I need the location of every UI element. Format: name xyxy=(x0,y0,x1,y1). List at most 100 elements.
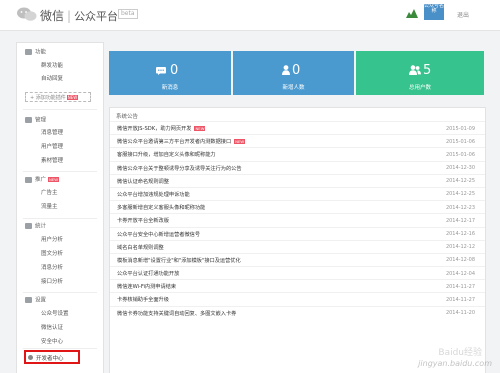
brand-title[interactable]: 微信 | 公众平台 xyxy=(40,7,118,24)
announcement-panel: 系统公告 微信开放JS-SDK，助力网页开发 NEW 2015-01-09 微信公众平… xyxy=(109,107,486,373)
announcement-row[interactable]: 公众平台安全中心新增运营者微信号 2014-12-16 xyxy=(110,226,485,240)
announcement-date: 2014-12-12 xyxy=(445,244,475,251)
new-users-count: 0 xyxy=(292,63,301,78)
sidebar-item-message-analysis[interactable]: 消息分析 xyxy=(41,265,63,272)
sidebar-item-account-settings[interactable]: 公众号设置 xyxy=(41,311,69,318)
announcement-date: 2014-11-27 xyxy=(445,283,475,290)
sidebar-group-promotion: 推广 NEW xyxy=(25,176,60,184)
promotion-icon xyxy=(25,176,32,183)
statistics-icon xyxy=(25,223,32,229)
sidebar: 功能 群发功能 自动回复 + 添加功能插件 NEW 管理 消息管理 用户管理 素材… xyxy=(16,42,104,373)
announcement-text[interactable]: 微信公众平台邀请第三方平台开发者内测数据接口 NEW xyxy=(117,138,246,145)
announcement-row[interactable]: 微信连Wi-Fi内测申请结束 2014-11-27 xyxy=(110,279,485,292)
announcement-row[interactable]: 微信认证命名规则调整 2014-12-25 xyxy=(110,173,485,187)
sidebar-item-api-analysis[interactable]: 接口分析 xyxy=(41,279,63,286)
announcement-text[interactable]: 微信公众平台关于整顿诱导分享及诱导关注行为的公告 xyxy=(117,165,242,172)
sidebar-item-security-center[interactable]: 安全中心 xyxy=(41,339,63,346)
announcement-date: 2014-11-27 xyxy=(445,296,475,303)
sidebar-item-user-manage[interactable]: 用户管理 xyxy=(41,144,63,151)
announcement-row[interactable]: 域名白名单规则调整 2014-12-12 xyxy=(110,239,485,253)
announcement-text[interactable]: 域名白名单规则调整 xyxy=(117,244,164,251)
announcement-text[interactable]: 公众平台认证打通功能开放 xyxy=(117,270,179,277)
announcement-text[interactable]: 多客服新增自定义客服头像和昵称功能 xyxy=(117,204,205,211)
watermark-logo: Baidu经验 xyxy=(438,348,482,358)
announcement-row[interactable]: 卡券核销助手全面升级 2014-11-27 xyxy=(110,292,485,305)
platform-name: 公众平台 xyxy=(74,10,119,23)
announcement-date: 2014-12-25 xyxy=(445,178,475,185)
divider xyxy=(23,348,97,349)
announcement-list: 微信开放JS-SDK，助力网页开发 NEW 2015-01-09 微信公众平台邀请第三… xyxy=(110,121,485,319)
divider xyxy=(23,171,97,172)
announcement-text[interactable]: 微信开放JS-SDK，助力网页开发 NEW xyxy=(117,125,206,132)
announcement-text[interactable]: 模板消息新增"设置行业"和"添加模板"接口及运营优化 xyxy=(117,257,241,264)
sidebar-group-function: 功能 xyxy=(25,49,46,57)
new-badge: NEW xyxy=(234,139,246,145)
sidebar-item-advertiser[interactable]: 广告主 xyxy=(41,190,58,197)
sidebar-item-user-analysis[interactable]: 用户分析 xyxy=(41,237,63,244)
total-users-count: 5 xyxy=(423,63,432,78)
new-badge: NEW xyxy=(66,95,79,100)
sidebar-item-mass-send[interactable]: 群发功能 xyxy=(41,63,63,70)
dev-center-label: 开发者中心 xyxy=(36,356,64,362)
sidebar-item-material-manage[interactable]: 素材管理 xyxy=(41,158,63,165)
announcement-text[interactable]: 公众平台增加违规处理申诉功能 xyxy=(117,191,190,198)
stat-new-messages[interactable]: 0 新消息 xyxy=(109,51,231,95)
new-users-label: 新增人数 xyxy=(282,85,305,91)
announcement-text[interactable]: 公众平台安全中心新增运营者微信号 xyxy=(117,231,200,238)
announcement-text[interactable]: 卡券核销助手全面升级 xyxy=(117,296,169,303)
announcement-row[interactable]: 卡券开放平台全新改版 2014-12-17 xyxy=(110,213,485,226)
manage-icon xyxy=(25,117,32,123)
top-bar: 微信 | 公众平台 beta 公众号名称 退出 xyxy=(0,0,500,31)
wechat-logo-icon xyxy=(17,7,37,21)
announcement-date: 2014-12-25 xyxy=(445,191,475,198)
announcement-date: 2015-01-06 xyxy=(445,138,475,145)
account-avatar-icon[interactable] xyxy=(405,7,419,19)
beta-badge: beta xyxy=(118,9,138,19)
announcement-row[interactable]: 微信卡券功能支持关键词自动回复、多图文嵌入卡券 2014-11-20 xyxy=(110,305,485,319)
announcement-row[interactable]: 公众平台增加违规处理申诉功能 2014-12-25 xyxy=(110,186,485,200)
sidebar-item-message-manage[interactable]: 消息管理 xyxy=(41,130,63,137)
announcement-date: 2014-12-17 xyxy=(445,217,475,224)
sidebar-item-wechat-verify[interactable]: 微信认证 xyxy=(41,325,63,332)
announcement-text[interactable]: 微信卡券功能支持关键词自动回复、多图文嵌入卡券 xyxy=(117,310,236,317)
logout-link[interactable]: 退出 xyxy=(457,10,469,19)
new-messages-label: 新消息 xyxy=(161,85,179,91)
sidebar-item-auto-reply[interactable]: 自动回复 xyxy=(41,76,63,83)
announcement-date: 2014-12-08 xyxy=(445,257,475,264)
announcement-row[interactable]: 微信开放JS-SDK，助力网页开发 NEW 2015-01-09 xyxy=(110,121,485,134)
announcement-row[interactable]: 模板消息新增"设置行业"和"添加模板"接口及运营优化 2014-12-08 xyxy=(110,252,485,266)
announcement-row[interactable]: 公众平台认证打通功能开放 2014-12-04 xyxy=(110,266,485,279)
announcement-date: 2015-01-09 xyxy=(445,125,475,132)
stat-new-users[interactable]: 0 新增人数 xyxy=(233,51,354,95)
settings-icon xyxy=(25,297,32,303)
sidebar-group-manage: 管理 xyxy=(25,117,46,125)
announcement-row[interactable]: 客服接口升级，增加自定义头像和昵称能力 2015-01-06 xyxy=(110,147,485,160)
announcement-title: 系统公告 xyxy=(116,114,139,120)
new-badge: NEW xyxy=(48,177,60,182)
announcement-row[interactable]: 微信公众平台关于整顿诱导分享及诱导关注行为的公告 2014-12-30 xyxy=(110,160,485,174)
account-name[interactable]: 公众号名称 xyxy=(424,4,444,20)
announcement-row[interactable]: 多客服新增自定义客服头像和昵称功能 2014-12-23 xyxy=(110,200,485,213)
announcement-date: 2014-12-04 xyxy=(445,270,475,277)
sidebar-item-article-analysis[interactable]: 图文分析 xyxy=(41,251,63,258)
sidebar-group-statistics: 统计 xyxy=(25,223,46,231)
new-messages-count: 0 xyxy=(170,63,179,78)
developer-icon xyxy=(28,355,33,360)
sidebar-item-traffic-owner[interactable]: 流量主 xyxy=(41,204,58,211)
sidebar-item-dev-center[interactable]: 开发者中心 xyxy=(24,350,80,364)
announcement-text[interactable]: 微信认证命名规则调整 xyxy=(117,178,169,185)
brand-name: 微信 xyxy=(40,9,65,23)
message-icon xyxy=(156,67,166,75)
announcement-row[interactable]: 微信公众平台邀请第三方平台开发者内测数据接口 NEW 2015-01-06 xyxy=(110,134,485,147)
stat-total-users[interactable]: 5 总用户数 xyxy=(356,51,484,95)
announcement-date: 2014-12-16 xyxy=(445,231,475,237)
users-icon xyxy=(409,65,421,75)
new-badge: NEW xyxy=(194,126,206,131)
announcement-text[interactable]: 卡券开放平台全新改版 xyxy=(117,217,169,224)
add-function-plugin-button[interactable]: + 添加功能插件 NEW xyxy=(25,92,91,102)
announcement-text[interactable]: 客服接口升级，增加自定义头像和昵称能力 xyxy=(117,151,216,158)
divider xyxy=(23,292,97,293)
user-icon xyxy=(282,65,290,75)
announcement-text[interactable]: 微信连Wi-Fi内测申请结束 xyxy=(117,283,176,290)
announcement-date: 2014-12-23 xyxy=(445,204,475,211)
